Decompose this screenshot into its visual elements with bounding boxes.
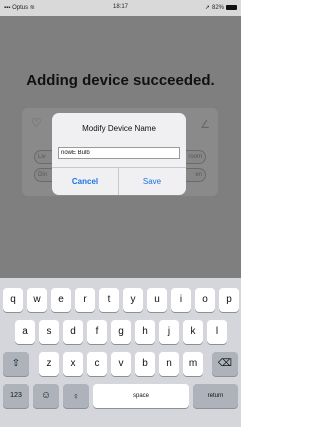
save-button[interactable]: Save xyxy=(119,168,185,195)
backspace-icon[interactable]: ⌫ xyxy=(212,352,238,376)
space-key[interactable]: space xyxy=(93,384,189,408)
key-m[interactable]: m xyxy=(183,352,203,376)
key-e[interactable]: e xyxy=(51,288,71,312)
key-s[interactable]: s xyxy=(39,320,59,344)
device-name-input[interactable] xyxy=(58,147,180,159)
key-n[interactable]: n xyxy=(159,352,179,376)
shift-icon[interactable]: ⇧ xyxy=(3,352,29,376)
key-b[interactable]: b xyxy=(135,352,155,376)
key-o[interactable]: o xyxy=(195,288,215,312)
key-w[interactable]: w xyxy=(27,288,47,312)
bulb-icon: ♡ xyxy=(31,116,42,130)
microphone-icon[interactable]: ♀ xyxy=(63,384,89,408)
key-f[interactable]: f xyxy=(87,320,107,344)
key-k[interactable]: k xyxy=(183,320,203,344)
key-u[interactable]: u xyxy=(147,288,167,312)
key-a[interactable]: a xyxy=(15,320,35,344)
key-c[interactable]: c xyxy=(87,352,107,376)
return-key[interactable]: return xyxy=(193,384,238,408)
key-j[interactable]: j xyxy=(159,320,179,344)
numbers-key[interactable]: 123 xyxy=(3,384,29,408)
key-g[interactable]: g xyxy=(111,320,131,344)
battery-group: ➚ 82% xyxy=(205,4,237,11)
battery-label: 82% xyxy=(211,4,224,11)
key-l[interactable]: l xyxy=(207,320,227,344)
status-bar: ▪▪▪ Optus ≋ 18:17 ➚ 82% xyxy=(0,0,241,16)
key-z[interactable]: z xyxy=(39,352,59,376)
key-x[interactable]: x xyxy=(63,352,83,376)
emoji-icon[interactable]: ☺ xyxy=(33,384,59,408)
key-t[interactable]: t xyxy=(99,288,119,312)
key-y[interactable]: y xyxy=(123,288,143,312)
cancel-button[interactable]: Cancel xyxy=(52,168,118,195)
key-d[interactable]: d xyxy=(63,320,83,344)
battery-icon xyxy=(226,5,237,10)
key-i[interactable]: i xyxy=(171,288,191,312)
modify-name-dialog: Modify Device Name Cancel Save xyxy=(52,113,186,195)
key-h[interactable]: h xyxy=(135,320,155,344)
phone-screen: ▪▪▪ Optus ≋ 18:17 ➚ 82% Adding device su… xyxy=(0,0,241,427)
key-q[interactable]: q xyxy=(3,288,23,312)
keyboard: q w e r t y u i o p a s d f g h j k l ⇧ … xyxy=(0,278,241,427)
location-icon: ➚ xyxy=(204,5,210,11)
key-r[interactable]: r xyxy=(75,288,95,312)
key-v[interactable]: v xyxy=(111,352,131,376)
key-p[interactable]: p xyxy=(219,288,239,312)
pencil-icon[interactable]: ∠ xyxy=(200,118,210,131)
success-headline: Adding device succeeded. xyxy=(26,72,215,89)
dialog-title: Modify Device Name xyxy=(82,124,156,133)
